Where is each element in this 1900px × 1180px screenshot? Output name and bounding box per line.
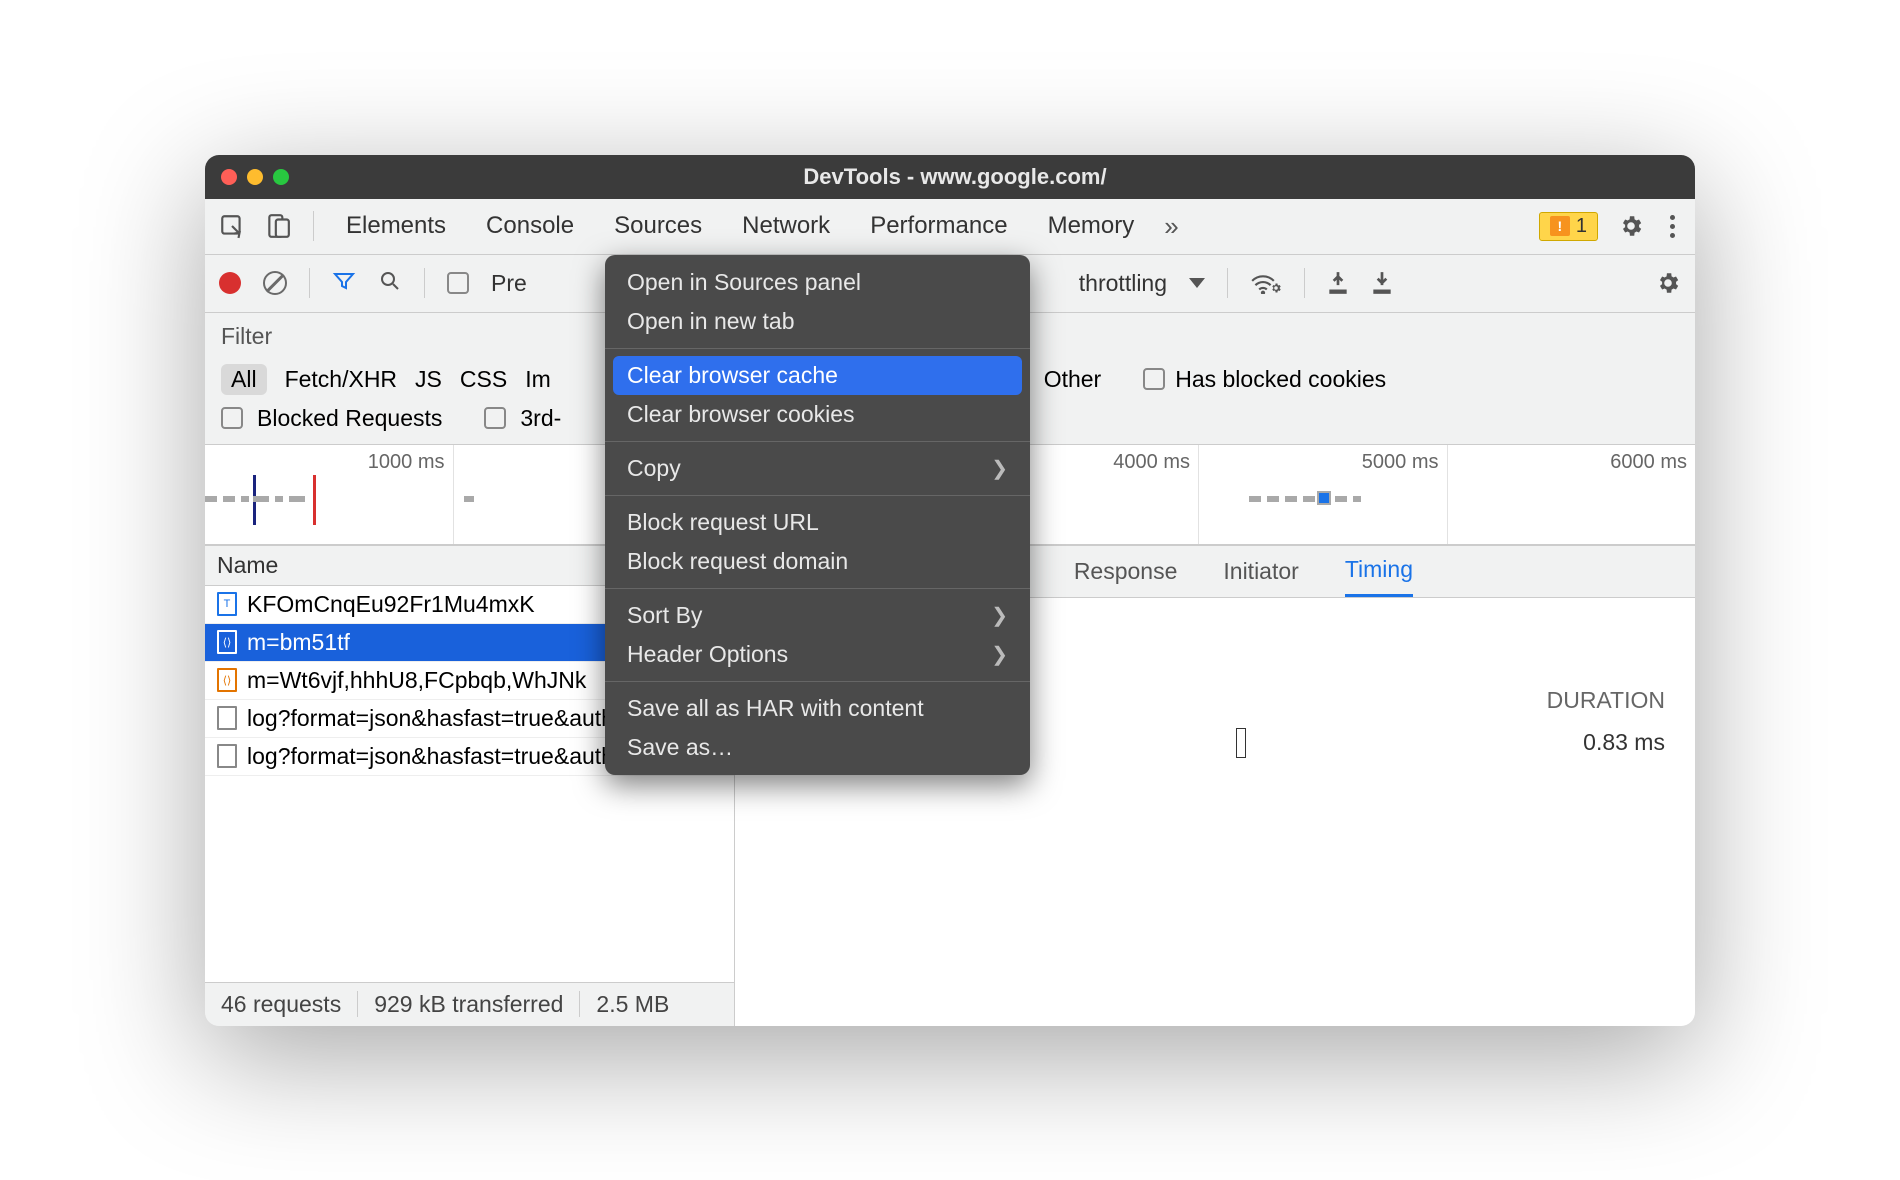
status-transferred: 929 kB transferred bbox=[358, 991, 579, 1018]
request-name: log?format=json&hasfast=true&authu… bbox=[247, 705, 650, 732]
overview-tick-6000: 6000 ms bbox=[1610, 451, 1687, 474]
warning-icon: ! bbox=[1550, 216, 1570, 236]
timing-queueing-value: 0.83 ms bbox=[1583, 729, 1665, 756]
overview-tick-4000: 4000 ms bbox=[1113, 451, 1190, 474]
context-menu: Open in Sources panel Open in new tab Cl… bbox=[605, 255, 1030, 775]
window-title: DevTools - www.google.com/ bbox=[231, 164, 1679, 190]
timing-duration-header: DURATION bbox=[1547, 687, 1665, 714]
request-name: KFOmCnqEu92Fr1Mu4mxK bbox=[247, 591, 535, 618]
filter-img[interactable]: Im bbox=[525, 366, 551, 393]
warning-badge[interactable]: ! 1 bbox=[1539, 212, 1598, 241]
ctx-sort-by[interactable]: Sort By❯ bbox=[605, 596, 1030, 635]
tab-sources[interactable]: Sources bbox=[604, 212, 712, 240]
main-tabs: Elements Console Sources Network Perform… bbox=[205, 199, 1695, 255]
inspect-icon[interactable] bbox=[219, 213, 245, 239]
filter-fetch-xhr[interactable]: Fetch/XHR bbox=[285, 366, 397, 393]
filter-all[interactable]: All bbox=[221, 364, 267, 395]
ctx-clear-cookies[interactable]: Clear browser cookies bbox=[605, 395, 1030, 434]
request-name: m=bm51tf bbox=[247, 629, 350, 656]
timing-queueing-bar bbox=[1236, 728, 1246, 758]
file-icon: ⟨⟩ bbox=[217, 668, 237, 692]
devtools-window: DevTools - www.google.com/ Elements Cons… bbox=[205, 155, 1695, 1026]
file-icon bbox=[217, 706, 237, 730]
warning-count: 1 bbox=[1576, 215, 1587, 238]
ctx-save-as[interactable]: Save as… bbox=[605, 728, 1030, 767]
blocked-requests-label: Blocked Requests bbox=[257, 405, 442, 432]
ctx-copy[interactable]: Copy❯ bbox=[605, 449, 1030, 488]
tab-response[interactable]: Response bbox=[1074, 546, 1178, 597]
clear-icon[interactable] bbox=[263, 271, 287, 295]
status-requests: 46 requests bbox=[205, 991, 357, 1018]
request-name: m=Wt6vjf,hhhU8,FCpbqb,WhJNk bbox=[247, 667, 586, 694]
network-conditions-icon[interactable] bbox=[1250, 272, 1282, 294]
search-icon[interactable] bbox=[378, 269, 402, 298]
import-har-icon[interactable] bbox=[1327, 270, 1349, 296]
third-party-checkbox[interactable] bbox=[484, 407, 506, 429]
tab-memory[interactable]: Memory bbox=[1038, 212, 1145, 240]
ctx-save-har[interactable]: Save all as HAR with content bbox=[605, 689, 1030, 728]
tab-elements[interactable]: Elements bbox=[336, 212, 456, 240]
file-icon bbox=[217, 744, 237, 768]
status-bar: 46 requests 929 kB transferred 2.5 MB bbox=[205, 982, 734, 1026]
tab-network[interactable]: Network bbox=[732, 212, 840, 240]
file-icon: ⟨⟩ bbox=[217, 630, 237, 654]
titlebar: DevTools - www.google.com/ bbox=[205, 155, 1695, 199]
file-icon: T bbox=[217, 592, 237, 616]
tab-timing[interactable]: Timing bbox=[1345, 546, 1413, 597]
record-icon[interactable] bbox=[219, 272, 241, 294]
throttling-dropdown-icon[interactable] bbox=[1189, 278, 1205, 288]
status-resources: 2.5 MB bbox=[580, 991, 685, 1018]
ctx-block-url[interactable]: Block request URL bbox=[605, 503, 1030, 542]
preserve-log-label: Pre bbox=[491, 270, 527, 297]
more-tabs-icon[interactable]: » bbox=[1164, 211, 1178, 242]
blocked-requests-checkbox[interactable] bbox=[221, 407, 243, 429]
tab-console[interactable]: Console bbox=[476, 212, 584, 240]
chevron-right-icon: ❯ bbox=[991, 603, 1008, 628]
export-har-icon[interactable] bbox=[1371, 270, 1393, 296]
throttling-label: throttling bbox=[1079, 270, 1167, 297]
device-toggle-icon[interactable] bbox=[265, 213, 291, 239]
chevron-right-icon: ❯ bbox=[991, 456, 1008, 481]
menu-icon[interactable] bbox=[1664, 215, 1681, 238]
settings-icon[interactable] bbox=[1618, 213, 1644, 239]
has-blocked-cookies-label: Has blocked cookies bbox=[1175, 366, 1386, 393]
filter-css[interactable]: CSS bbox=[460, 366, 507, 393]
ctx-block-domain[interactable]: Block request domain bbox=[605, 542, 1030, 581]
overview-tick-1000: 1000 ms bbox=[368, 451, 445, 474]
overview-marker bbox=[1317, 491, 1331, 505]
ctx-header-options[interactable]: Header Options❯ bbox=[605, 635, 1030, 674]
overview-tick-5000: 5000 ms bbox=[1362, 451, 1439, 474]
third-party-label: 3rd- bbox=[520, 405, 561, 432]
tab-performance[interactable]: Performance bbox=[860, 212, 1017, 240]
network-settings-icon[interactable] bbox=[1655, 270, 1681, 296]
filter-js[interactable]: JS bbox=[415, 366, 442, 393]
ctx-open-new-tab[interactable]: Open in new tab bbox=[605, 302, 1030, 341]
preserve-log-checkbox[interactable] bbox=[447, 272, 469, 294]
filter-icon[interactable] bbox=[332, 269, 356, 298]
chevron-right-icon: ❯ bbox=[991, 642, 1008, 667]
filter-other[interactable]: Other bbox=[1044, 366, 1102, 393]
tab-initiator[interactable]: Initiator bbox=[1223, 546, 1298, 597]
ctx-clear-cache[interactable]: Clear browser cache bbox=[613, 356, 1022, 395]
ctx-open-sources[interactable]: Open in Sources panel bbox=[605, 263, 1030, 302]
has-blocked-cookies-checkbox[interactable] bbox=[1143, 368, 1165, 390]
request-name: log?format=json&hasfast=true&authu… bbox=[247, 743, 650, 770]
